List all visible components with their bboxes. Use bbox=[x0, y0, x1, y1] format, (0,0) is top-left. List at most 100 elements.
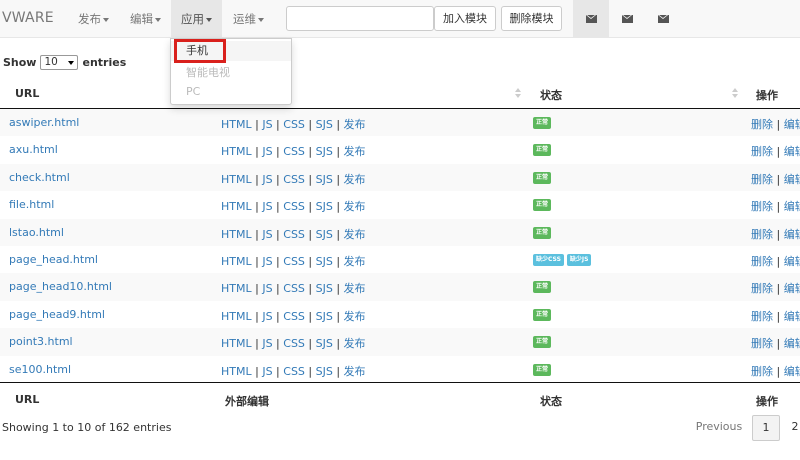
edit-link-4[interactable]: 发布 bbox=[344, 365, 366, 378]
edit-link[interactable]: 编辑 bbox=[784, 200, 800, 213]
edit-link-1[interactable]: JS bbox=[262, 200, 272, 213]
module-input[interactable] bbox=[286, 6, 434, 31]
brand-logo[interactable]: VWARE bbox=[2, 10, 54, 26]
edit-link[interactable]: 编辑 bbox=[784, 365, 800, 378]
edit-link-4[interactable]: 发布 bbox=[344, 255, 366, 268]
edit-link-2[interactable]: CSS bbox=[283, 282, 305, 295]
edit-link[interactable]: 编辑 bbox=[784, 255, 800, 268]
page-1-button[interactable]: 1 bbox=[752, 415, 780, 441]
edit-link-0[interactable]: HTML bbox=[221, 145, 252, 158]
edit-link-2[interactable]: CSS bbox=[283, 310, 305, 323]
edit-link-2[interactable]: CSS bbox=[283, 118, 305, 131]
edit-link-3[interactable]: SJS bbox=[316, 310, 333, 323]
edit-link-2[interactable]: CSS bbox=[283, 337, 305, 350]
edit-link-3[interactable]: SJS bbox=[316, 118, 333, 131]
edit-link-2[interactable]: CSS bbox=[283, 145, 305, 158]
add-module-button[interactable]: 加入模块 bbox=[434, 6, 496, 31]
file-link[interactable]: check.html bbox=[9, 171, 70, 184]
file-link[interactable]: page_head9.html bbox=[9, 308, 105, 321]
mail-button-3[interactable] bbox=[645, 0, 681, 38]
previous-button[interactable]: Previous bbox=[690, 415, 748, 441]
edit-link-0[interactable]: HTML bbox=[221, 310, 252, 323]
file-link[interactable]: file.html bbox=[9, 198, 54, 211]
dropdown-item-smart-tv[interactable]: 智能电视 bbox=[171, 63, 291, 83]
edit-link-2[interactable]: CSS bbox=[283, 173, 305, 186]
edit-link-1[interactable]: JS bbox=[262, 145, 272, 158]
file-link[interactable]: aswiper.html bbox=[9, 116, 79, 129]
file-link[interactable]: point3.html bbox=[9, 335, 73, 348]
edit-link-0[interactable]: HTML bbox=[221, 173, 252, 186]
edit-link[interactable]: 编辑 bbox=[784, 282, 800, 295]
edit-link-0[interactable]: HTML bbox=[221, 118, 252, 131]
delete-link[interactable]: 删除 bbox=[751, 228, 773, 241]
edit-link[interactable]: 编辑 bbox=[784, 173, 800, 186]
edit-link-3[interactable]: SJS bbox=[316, 337, 333, 350]
page-length-select[interactable]: 10 bbox=[40, 55, 79, 70]
edit-link-3[interactable]: SJS bbox=[316, 365, 333, 378]
delete-link[interactable]: 删除 bbox=[751, 282, 773, 295]
edit-link[interactable]: 编辑 bbox=[784, 145, 800, 158]
dropdown-item-pc[interactable]: PC bbox=[171, 82, 291, 102]
delete-module-button[interactable]: 删除模块 bbox=[501, 6, 562, 31]
edit-link-3[interactable]: SJS bbox=[316, 255, 333, 268]
mail-button-2[interactable] bbox=[609, 0, 645, 38]
file-link[interactable]: se100.html bbox=[9, 363, 71, 376]
edit-link-0[interactable]: HTML bbox=[221, 282, 252, 295]
sort-icon[interactable] bbox=[732, 88, 738, 98]
edit-link-3[interactable]: SJS bbox=[316, 282, 333, 295]
delete-link[interactable]: 删除 bbox=[751, 365, 773, 378]
edit-link[interactable]: 编辑 bbox=[784, 337, 800, 350]
edit-link-4[interactable]: 发布 bbox=[344, 118, 366, 131]
delete-link[interactable]: 删除 bbox=[751, 337, 773, 350]
edit-link-1[interactable]: JS bbox=[262, 255, 272, 268]
edit-link-0[interactable]: HTML bbox=[221, 365, 252, 378]
edit-link-1[interactable]: JS bbox=[262, 310, 272, 323]
edit-link[interactable]: 编辑 bbox=[784, 118, 800, 131]
edit-link-4[interactable]: 发布 bbox=[344, 145, 366, 158]
edit-link-1[interactable]: JS bbox=[262, 365, 272, 378]
edit-link-2[interactable]: CSS bbox=[283, 200, 305, 213]
edit-link-2[interactable]: CSS bbox=[283, 365, 305, 378]
file-link[interactable]: axu.html bbox=[9, 143, 58, 156]
edit-link[interactable]: 编辑 bbox=[784, 310, 800, 323]
delete-link[interactable]: 删除 bbox=[751, 173, 773, 186]
edit-link-1[interactable]: JS bbox=[262, 337, 272, 350]
edit-link-0[interactable]: HTML bbox=[221, 228, 252, 241]
edit-link-4[interactable]: 发布 bbox=[344, 200, 366, 213]
edit-link-0[interactable]: HTML bbox=[221, 200, 252, 213]
mail-button-1[interactable] bbox=[573, 0, 609, 38]
sort-icon[interactable] bbox=[515, 88, 521, 98]
delete-link[interactable]: 删除 bbox=[751, 118, 773, 131]
edit-link-4[interactable]: 发布 bbox=[344, 282, 366, 295]
edit-link-1[interactable]: JS bbox=[262, 173, 272, 186]
page-2-button[interactable]: 2 bbox=[788, 415, 800, 441]
file-link[interactable]: page_head10.html bbox=[9, 280, 112, 293]
edit-link-3[interactable]: SJS bbox=[316, 200, 333, 213]
menu-apps[interactable]: 应用 bbox=[171, 0, 222, 38]
delete-link[interactable]: 删除 bbox=[751, 310, 773, 323]
edit-link-4[interactable]: 发布 bbox=[344, 173, 366, 186]
edit-link-0[interactable]: HTML bbox=[221, 337, 252, 350]
edit-link-1[interactable]: JS bbox=[262, 282, 272, 295]
edit-link-3[interactable]: SJS bbox=[316, 145, 333, 158]
edit-link-1[interactable]: JS bbox=[262, 228, 272, 241]
delete-link[interactable]: 删除 bbox=[751, 200, 773, 213]
edit-link-3[interactable]: SJS bbox=[316, 228, 333, 241]
header-url[interactable]: URL bbox=[15, 87, 39, 100]
menu-edit[interactable]: 编辑 bbox=[120, 0, 171, 38]
delete-link[interactable]: 删除 bbox=[751, 145, 773, 158]
menu-ops[interactable]: 运维 bbox=[223, 0, 274, 38]
delete-link[interactable]: 删除 bbox=[751, 255, 773, 268]
edit-link[interactable]: 编辑 bbox=[784, 228, 800, 241]
edit-link-4[interactable]: 发布 bbox=[344, 228, 366, 241]
edit-link-1[interactable]: JS bbox=[262, 118, 272, 131]
edit-link-2[interactable]: CSS bbox=[283, 255, 305, 268]
header-ops[interactable]: 操作 bbox=[756, 87, 778, 103]
edit-link-3[interactable]: SJS bbox=[316, 173, 333, 186]
header-status[interactable]: 状态 bbox=[540, 87, 562, 103]
edit-link-0[interactable]: HTML bbox=[221, 255, 252, 268]
file-link[interactable]: page_head.html bbox=[9, 253, 98, 266]
menu-publish[interactable]: 发布 bbox=[68, 0, 119, 38]
edit-link-4[interactable]: 发布 bbox=[344, 337, 366, 350]
edit-link-4[interactable]: 发布 bbox=[344, 310, 366, 323]
